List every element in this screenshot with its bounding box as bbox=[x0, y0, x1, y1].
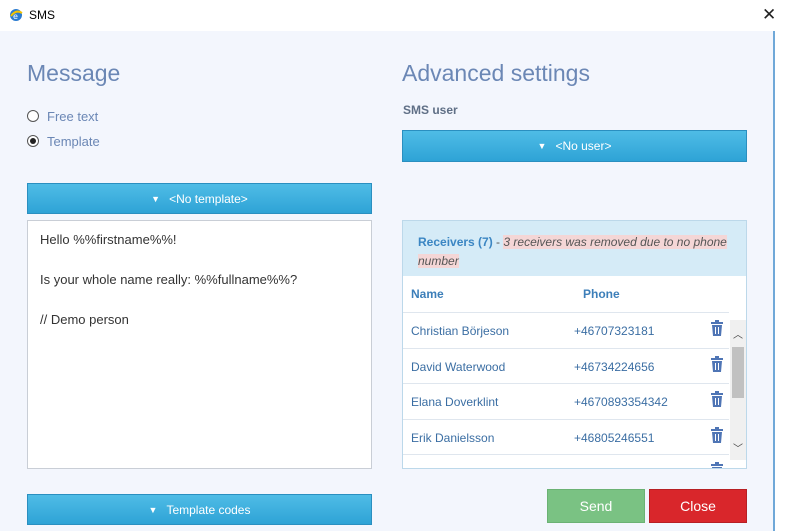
scroll-up-icon[interactable]: ︿ bbox=[732, 326, 744, 341]
receiver-phone: +4670893354342 bbox=[574, 395, 668, 409]
table-row[interactable]: David Waterwood +46734224656 bbox=[403, 347, 729, 384]
sms-user-dropdown[interactable]: ▼ <No user> bbox=[402, 130, 747, 162]
message-line bbox=[40, 290, 359, 310]
table-row[interactable] bbox=[403, 454, 729, 469]
close-button[interactable]: Close bbox=[649, 489, 747, 523]
template-codes-button[interactable]: ▼ Template codes bbox=[27, 494, 372, 525]
receiver-phone: +46734224656 bbox=[574, 359, 655, 374]
receiver-name: Christian Börjeson bbox=[411, 324, 510, 338]
caret-down-icon: ▼ bbox=[148, 504, 158, 515]
receivers-scrollbar[interactable]: ︿ ﹀ bbox=[730, 320, 746, 460]
title-bar: e SMS ✕ bbox=[0, 0, 785, 31]
receivers-panel: Receivers (7) - 3 receivers was removed … bbox=[402, 220, 747, 469]
trash-icon[interactable] bbox=[710, 391, 724, 407]
caret-down-icon: ▼ bbox=[537, 141, 547, 151]
app-icon: e bbox=[10, 9, 23, 21]
receivers-list: Christian Börjeson +46707323181 David Wa… bbox=[403, 312, 729, 469]
trash-icon[interactable] bbox=[710, 355, 724, 372]
message-line: Is your whole name really: %%fullname%%? bbox=[40, 272, 298, 287]
template-dropdown-label: <No template> bbox=[169, 191, 248, 206]
template-dropdown[interactable]: ▼ <No template> bbox=[27, 183, 372, 214]
message-heading: Message bbox=[27, 60, 121, 86]
receivers-separator: - bbox=[492, 235, 504, 249]
message-textarea[interactable]: Hello %%firstname%%! Is your whole name … bbox=[27, 220, 372, 469]
caret-down-icon: ▼ bbox=[151, 193, 161, 204]
radio-template-label: Template bbox=[47, 133, 100, 149]
receivers-count: Receivers (7) bbox=[418, 235, 493, 249]
sms-user-label: SMS user bbox=[403, 103, 458, 117]
send-button[interactable]: Send bbox=[547, 489, 645, 523]
radio-template[interactable]: Template bbox=[27, 133, 100, 149]
trash-icon[interactable] bbox=[710, 426, 724, 443]
message-line: // Demo person bbox=[40, 312, 129, 327]
window-close-icon[interactable]: ✕ bbox=[762, 6, 776, 24]
advanced-settings-heading: Advanced settings bbox=[402, 60, 590, 86]
trash-icon[interactable] bbox=[710, 462, 724, 469]
sms-user-dropdown-label: <No user> bbox=[555, 139, 612, 153]
message-line bbox=[40, 250, 359, 270]
svg-text:e: e bbox=[13, 12, 18, 21]
scrollbar-thumb[interactable] bbox=[732, 347, 744, 398]
column-header-phone[interactable]: Phone bbox=[583, 287, 620, 301]
window-title: SMS bbox=[29, 8, 56, 22]
table-row[interactable]: Elana Doverklint +4670893354342 bbox=[403, 383, 729, 419]
radio-free-text-label: Free text bbox=[47, 108, 99, 124]
column-header-name[interactable]: Name bbox=[411, 287, 444, 301]
receiver-name: David Waterwood bbox=[411, 359, 506, 374]
receivers-header: Receivers (7) - 3 receivers was removed … bbox=[403, 221, 746, 276]
receiver-phone: +46805246551 bbox=[574, 430, 655, 445]
radio-free-text[interactable]: Free text bbox=[27, 108, 98, 124]
table-row[interactable]: Erik Danielsson +46805246551 bbox=[403, 418, 729, 455]
radio-free-text-circle[interactable] bbox=[27, 110, 39, 122]
template-codes-label: Template codes bbox=[166, 502, 251, 517]
table-row[interactable]: Christian Börjeson +46707323181 bbox=[403, 312, 729, 348]
message-line: Hello %%firstname%%! bbox=[40, 232, 177, 247]
scroll-down-icon[interactable]: ﹀ bbox=[732, 440, 744, 455]
receiver-phone: +46707323181 bbox=[574, 324, 655, 338]
trash-icon[interactable] bbox=[710, 320, 724, 336]
window-edge-margin bbox=[775, 31, 785, 531]
receivers-summary: Receivers (7) - 3 receivers was removed … bbox=[418, 233, 728, 271]
radio-template-circle[interactable] bbox=[27, 135, 39, 147]
receiver-name: Erik Danielsson bbox=[411, 430, 495, 445]
receiver-name: Elana Doverklint bbox=[411, 395, 499, 409]
